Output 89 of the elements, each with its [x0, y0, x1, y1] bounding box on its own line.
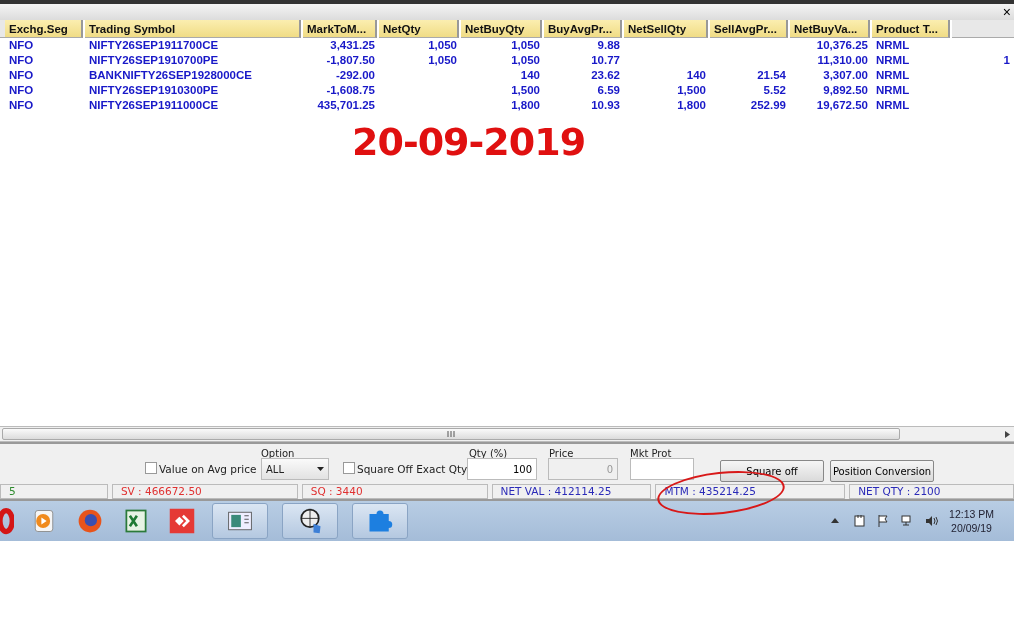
- table-cell-text: 10,376.25: [815, 38, 869, 53]
- table-cell-text: 10.93: [590, 98, 621, 113]
- status-field: 5: [0, 484, 108, 499]
- opera-icon: [0, 507, 14, 535]
- table-cell-text: 140: [685, 68, 707, 83]
- scroll-thumb[interactable]: [2, 428, 900, 440]
- table-cell-text: 1,500: [676, 83, 707, 98]
- table-cell-text: 11,310.00: [816, 53, 869, 68]
- mkt-prot-field[interactable]: [630, 458, 694, 480]
- mkt-prot-label: Mkt Prot: [630, 447, 672, 461]
- speaker-icon[interactable]: [925, 514, 940, 528]
- table-cell-text: -1,608.75: [325, 83, 376, 98]
- table-cell-text: 3,431.25: [329, 38, 376, 53]
- qty-field[interactable]: 100: [467, 458, 537, 480]
- table-cell-text: 252.99: [749, 98, 787, 113]
- table-cell-text: 435,701.25: [316, 98, 376, 113]
- checkbox[interactable]: [343, 462, 355, 474]
- status-field: SV : 466672.50: [111, 484, 298, 499]
- taskbar-button[interactable]: [282, 503, 338, 539]
- checkbox-label: Value on Avg price: [159, 462, 257, 477]
- grip-icon: [447, 431, 455, 437]
- status-field: SQ : 3440: [301, 484, 488, 499]
- horizontal-scrollbar[interactable]: [0, 426, 1014, 442]
- clock-date: 20/09/19: [950, 521, 993, 535]
- column-header[interactable]: Exchg.Seg: [5, 20, 83, 38]
- close-button[interactable]: ×: [999, 4, 1014, 20]
- table-cell-text: NRML: [875, 53, 911, 68]
- table-cell-text: 1,500: [510, 83, 541, 98]
- column-header[interactable]: Product T...: [872, 20, 950, 38]
- action-button[interactable]: Position Conversion: [830, 460, 934, 482]
- status-field: NET VAL : 412114.25: [491, 484, 652, 499]
- table-cell-text: NFO: [8, 83, 35, 98]
- table-cell-text: 9,892.50: [822, 83, 869, 98]
- checkbox[interactable]: [145, 462, 157, 474]
- column-header[interactable]: SellAvgPr...: [710, 20, 788, 38]
- column-header[interactable]: MarkToM...: [303, 20, 377, 38]
- status-field: NET QTY : 2100: [849, 484, 1014, 499]
- table-cell-text: 1,050: [427, 53, 458, 68]
- option-label: Option: [261, 447, 295, 461]
- column-header[interactable]: NetQty: [379, 20, 459, 38]
- table-cell-text: NRML: [875, 98, 911, 113]
- table-cell-text: 1,050: [427, 38, 458, 53]
- caret-icon: [317, 467, 324, 471]
- table-cell-text: NIFTY26SEP1911000CE: [88, 98, 220, 113]
- table-cell-text: 6.59: [596, 83, 621, 98]
- table-cell-text: 19,672.50: [815, 98, 869, 113]
- table-cell-text: 21.54: [756, 68, 787, 83]
- table-cell-text: -292.00: [335, 68, 376, 83]
- table-cell-text: 1,050: [510, 38, 541, 53]
- table-cell-text: BANKNIFTY26SEP1928000CE: [88, 68, 253, 83]
- column-header[interactable]: Trading Symbol: [85, 20, 301, 38]
- table-cell-text: 140: [519, 68, 541, 83]
- remote-desktop-icon: [168, 507, 196, 535]
- table-cell-text: NFO: [8, 53, 35, 68]
- table-cell-text: 1,800: [510, 98, 541, 113]
- status-field: MTM : 435214.25: [655, 484, 846, 499]
- date-annotation: 20-09-2019: [352, 119, 586, 166]
- column-header[interactable]: BuyAvgPr...: [544, 20, 622, 38]
- table-cell-text: NFO: [8, 68, 35, 83]
- column-header[interactable]: NetSellQty: [624, 20, 708, 38]
- table-cell-text: NRML: [875, 83, 911, 98]
- table-cell-text: NIFTY26SEP1910700PE: [88, 53, 220, 68]
- table-cell-text: NFO: [8, 98, 35, 113]
- table-cell-text: 1: [1002, 53, 1011, 68]
- table-cell-text: NIFTY26SEP1911700CE: [88, 38, 220, 53]
- table-cell-text: 1,050: [510, 53, 541, 68]
- column-header[interactable]: NetBuyQty: [461, 20, 542, 38]
- table-cell-text: 10.77: [590, 53, 621, 68]
- option-dropdown[interactable]: ALL: [261, 458, 329, 480]
- scroll-right-icon[interactable]: [1005, 430, 1010, 438]
- table-cell-text: 5.52: [762, 83, 787, 98]
- header-filler: [952, 20, 1014, 38]
- clock-time: 12:13 PM: [949, 507, 994, 521]
- table-cell-text: -1,807.50: [325, 53, 376, 68]
- table-cell-text: 3,307.00: [822, 68, 869, 83]
- price-label: Price: [549, 447, 574, 461]
- header-filler: [0, 20, 5, 38]
- table-cell-text: 9.88: [596, 38, 621, 53]
- table-cell-text: NIFTY26SEP1910300PE: [88, 83, 220, 98]
- qty-label: Qty (%): [469, 447, 508, 461]
- table-cell-text: NRML: [875, 68, 911, 83]
- column-header[interactable]: NetBuyVa...: [790, 20, 870, 38]
- power-plug-icon[interactable]: [853, 514, 868, 528]
- table-cell-text: NRML: [875, 38, 911, 53]
- table-cell-text: 23.62: [590, 68, 621, 83]
- table-cell-text: 1,800: [676, 98, 707, 113]
- checkbox-label: Square Off Exact Qty: [357, 462, 468, 477]
- browser-icon: [76, 507, 104, 535]
- table-cell-text: NFO: [8, 38, 35, 53]
